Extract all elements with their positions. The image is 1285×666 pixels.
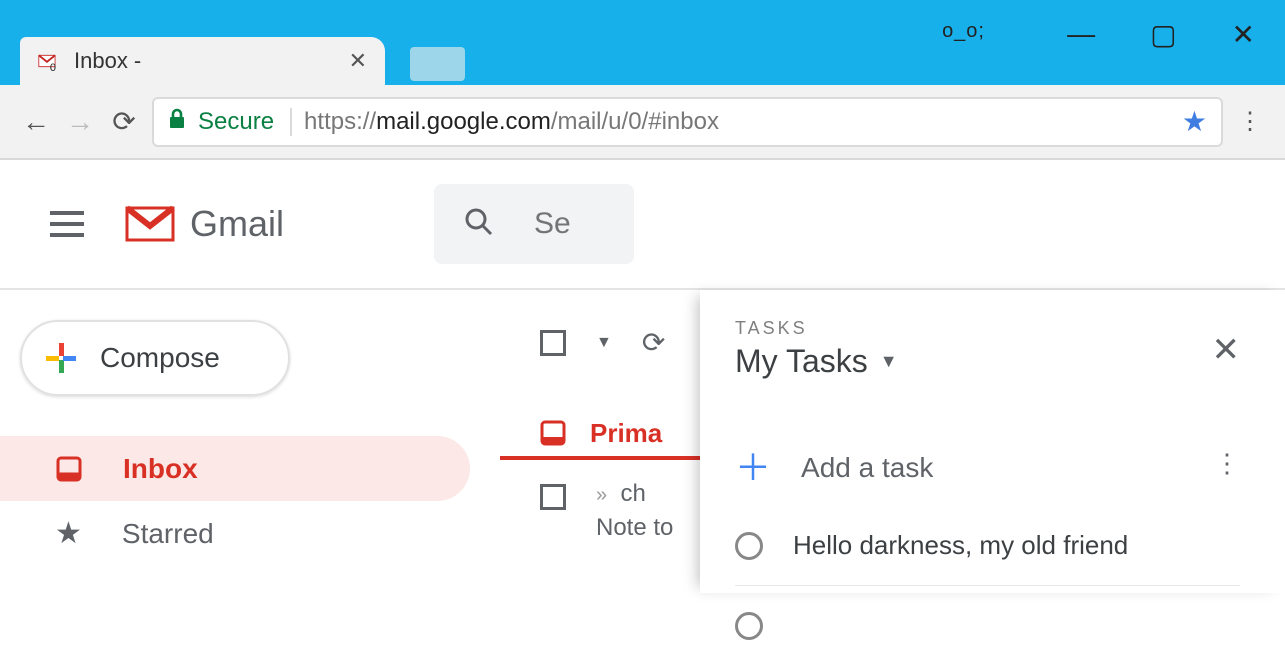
mail-row-checkbox[interactable] <box>540 484 566 510</box>
gmail-header: Gmail <box>0 160 1285 290</box>
tasks-close-button[interactable]: ✕ <box>1212 330 1241 370</box>
inbox-column: ▼ ⟳ Prima » ch Note to <box>500 290 700 593</box>
tasks-subtitle: TASKS <box>735 318 1240 339</box>
chevron-down-icon: ▼ <box>880 351 898 372</box>
url-text: https://mail.google.com/mail/u/0/#inbox <box>304 108 719 136</box>
mail-snippet: Note to <box>596 514 673 542</box>
select-all-checkbox[interactable] <box>540 330 566 356</box>
tasks-panel: TASKS My Tasks ▼ ✕ ＋ Add a task ⋮ Hello … <box>700 290 1285 593</box>
browser-toolbar: ← → ⟳ Secure https://mail.google.com/mai… <box>0 85 1285 160</box>
forward-button[interactable]: → <box>64 106 96 138</box>
add-task-button[interactable]: ＋ Add a task <box>735 450 1240 506</box>
primary-tab-icon <box>540 420 566 446</box>
mail-row[interactable]: » ch Note to <box>500 460 700 542</box>
sidebar-item-label: Starred <box>122 518 214 550</box>
sidebar-item-starred[interactable]: ★ Starred <box>0 501 470 566</box>
gmail-logo[interactable]: Gmail <box>124 203 284 245</box>
gmail-logo-icon <box>124 204 176 244</box>
browser-tab-active[interactable]: 0 Inbox - ✕ <box>20 37 385 85</box>
search-box[interactable] <box>434 184 634 264</box>
browser-menu-button[interactable]: ⋮ <box>1235 107 1265 136</box>
tab-title: Inbox - <box>74 48 337 74</box>
add-task-label: Add a task <box>801 452 933 484</box>
important-marker-icon: » <box>596 484 607 506</box>
favicon-badge: 0 <box>50 62 56 74</box>
inbox-icon <box>55 455 83 483</box>
close-window-button[interactable]: ✕ <box>1232 18 1255 51</box>
tasks-menu-button[interactable]: ⋮ <box>1214 448 1240 479</box>
gmail-logo-text: Gmail <box>190 203 284 245</box>
plus-icon: ＋ <box>735 450 771 486</box>
task-complete-toggle[interactable] <box>735 612 763 640</box>
secure-label: Secure <box>198 108 274 136</box>
bookmark-star-icon[interactable]: ★ <box>1182 105 1207 138</box>
tasks-list-name: My Tasks <box>735 343 868 380</box>
gmail-favicon-icon: 0 <box>38 49 62 73</box>
minimize-button[interactable]: — <box>1067 18 1095 51</box>
search-input[interactable] <box>534 207 594 241</box>
compose-label: Compose <box>100 342 220 374</box>
task-complete-toggle[interactable] <box>735 532 763 560</box>
tasks-list-selector[interactable]: My Tasks ▼ <box>735 343 1240 380</box>
new-tab-button[interactable] <box>410 47 465 81</box>
star-icon: ★ <box>55 516 82 551</box>
compose-button[interactable]: Compose <box>20 320 290 396</box>
refresh-button[interactable]: ⟳ <box>642 326 665 359</box>
search-icon <box>464 207 494 242</box>
lock-icon <box>168 108 186 136</box>
tab-primary[interactable]: Prima <box>500 410 700 460</box>
reload-button[interactable]: ⟳ <box>108 105 140 138</box>
sidebar-item-inbox[interactable]: Inbox <box>0 436 470 501</box>
task-item[interactable] <box>735 586 1240 666</box>
window-titlebar: o_o; — ▢ ✕ 0 Inbox - ✕ <box>0 0 1285 85</box>
left-nav: Compose Inbox ★ Starred <box>0 290 500 593</box>
maximize-button[interactable]: ▢ <box>1150 18 1176 51</box>
sidebar-item-label: Inbox <box>123 453 198 485</box>
back-button[interactable]: ← <box>20 106 52 138</box>
tab-close-icon[interactable]: ✕ <box>349 48 367 74</box>
primary-tab-label: Prima <box>590 418 662 449</box>
separator <box>290 108 292 136</box>
address-bar[interactable]: Secure https://mail.google.com/mail/u/0/… <box>152 97 1223 147</box>
task-text: Hello darkness, my old friend <box>793 530 1128 561</box>
main-menu-button[interactable] <box>50 211 84 237</box>
mail-sender: ch <box>620 480 645 507</box>
task-item[interactable]: Hello darkness, my old friend <box>735 506 1240 586</box>
window-emoji: o_o; <box>942 20 985 43</box>
select-dropdown-icon[interactable]: ▼ <box>596 334 612 352</box>
compose-plus-icon <box>44 341 78 375</box>
